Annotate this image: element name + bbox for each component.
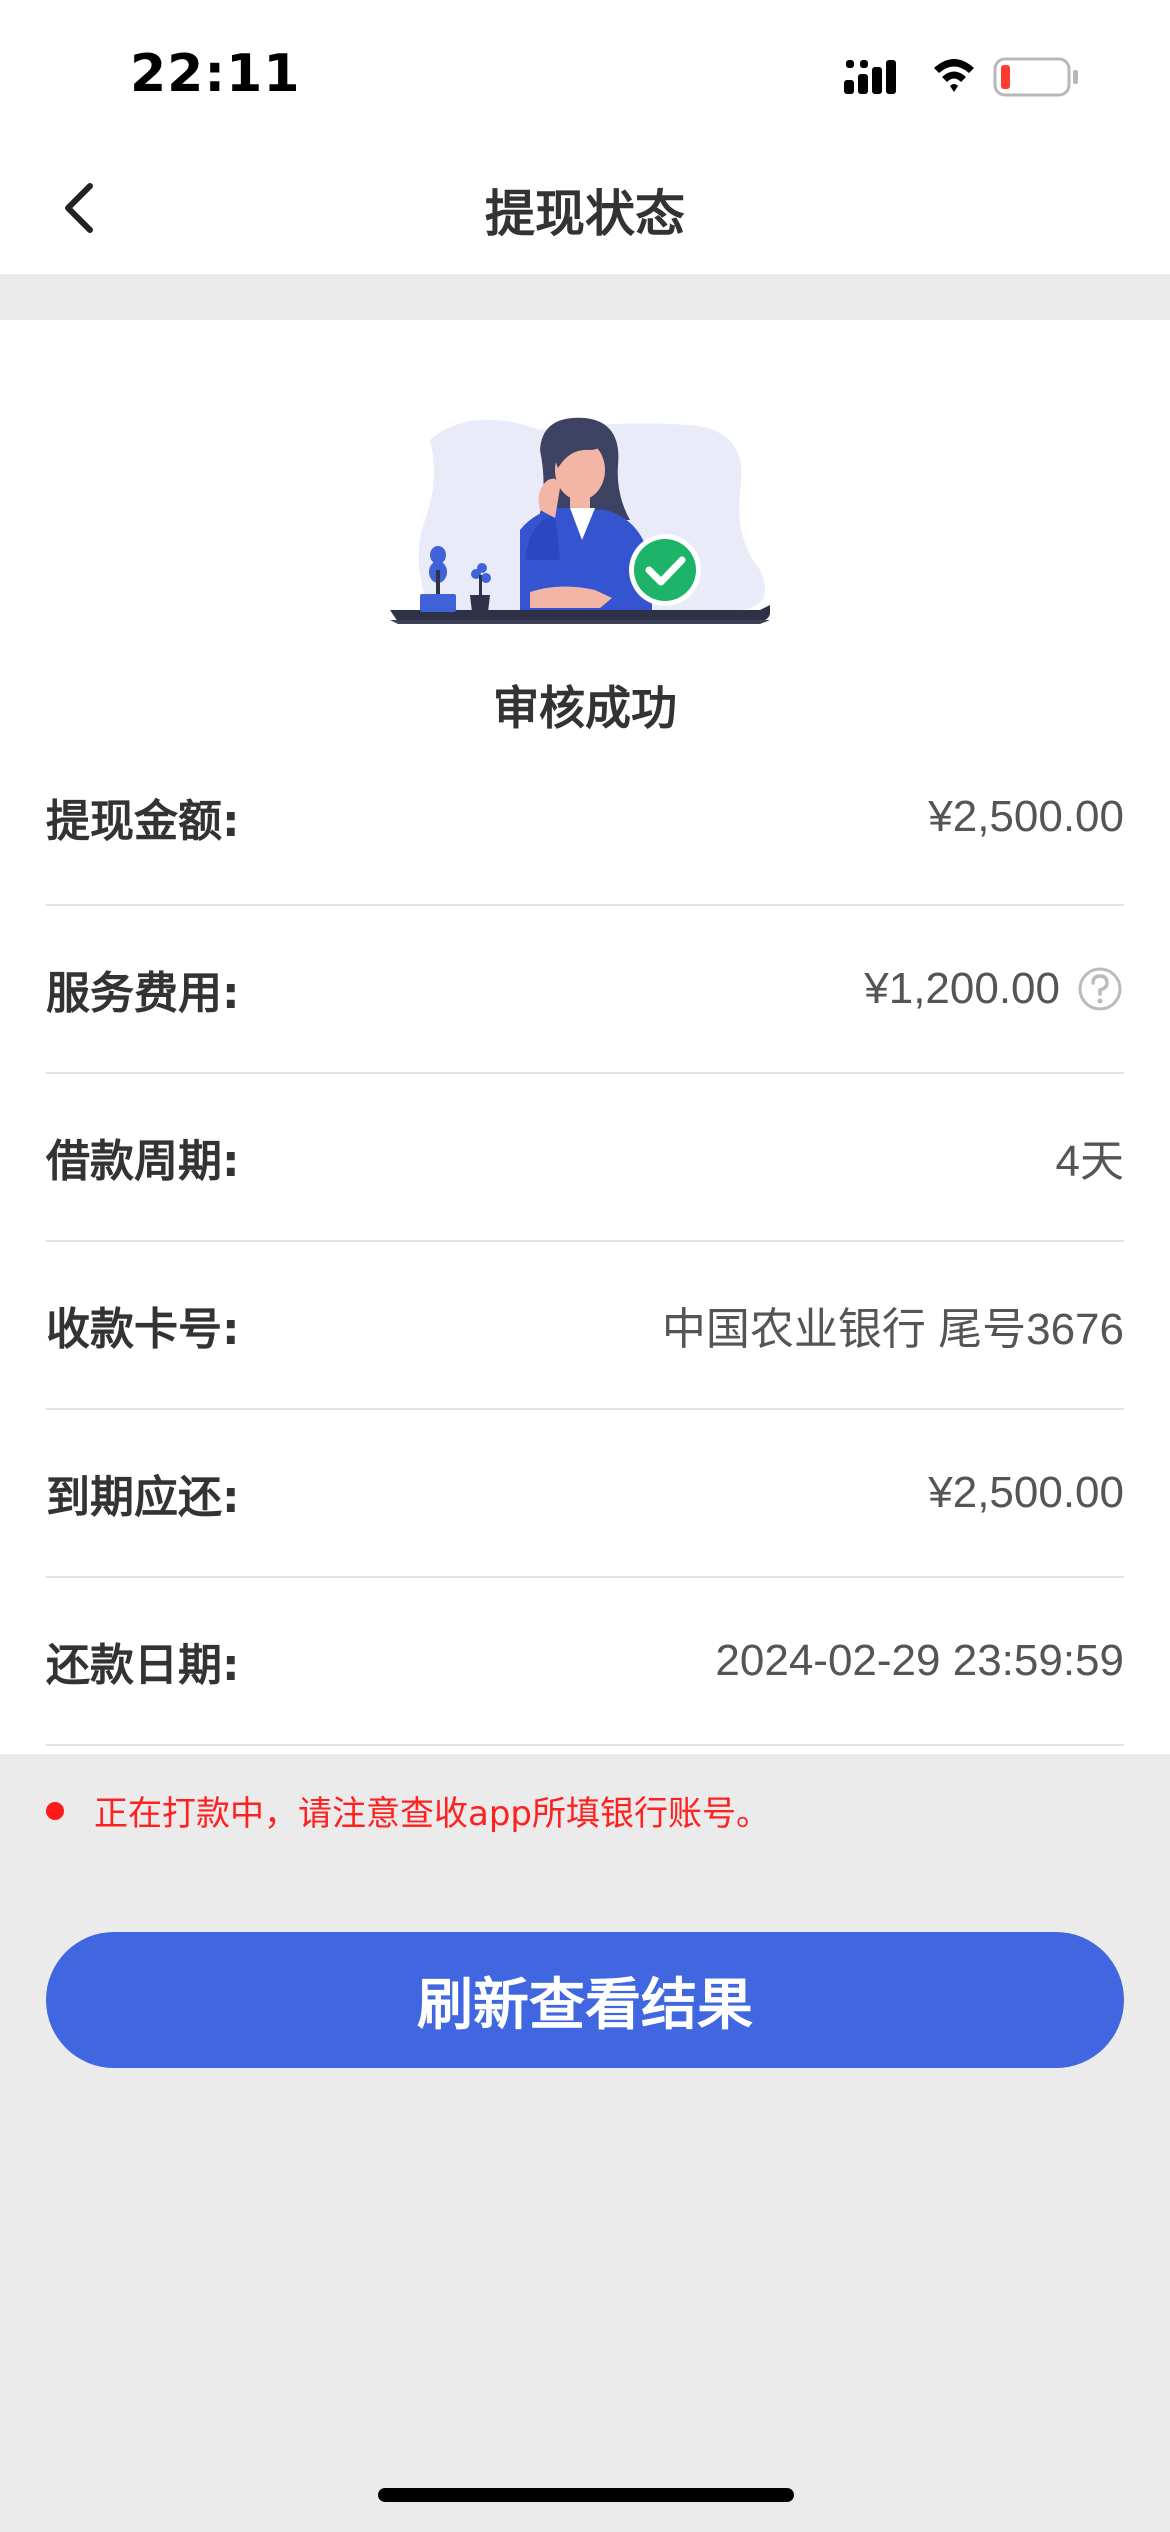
detail-row-amount-due: 到期应还: ¥2,500.00 [46, 1410, 1124, 1578]
signal-icon [844, 60, 896, 94]
detail-row-loan-period: 借款周期: 4天 [46, 1074, 1124, 1242]
detail-value: 4天 [1055, 1137, 1124, 1186]
detail-row-repayment-date: 还款日期: 2024-02-29 23:59:59 [46, 1578, 1124, 1746]
detail-row-service-fee: 服务费用: ¥1,200.00 [46, 906, 1124, 1074]
status-bar: 22:11 [0, 0, 1170, 140]
question-mark-icon[interactable] [1076, 965, 1124, 1013]
refresh-result-button[interactable]: 刷新查看结果 [46, 1932, 1124, 2068]
detail-value-wrapper: ¥1,200.00 [864, 964, 1124, 1014]
notice-text: 正在打款中，请注意查收app所填银行账号。 [94, 1794, 770, 1834]
detail-label: 借款周期: [46, 1136, 240, 1187]
battery-icon [993, 57, 1078, 97]
detail-label: 收款卡号: [46, 1304, 240, 1355]
detail-label: 提现金额: [46, 796, 240, 847]
detail-label: 到期应还: [46, 1472, 240, 1523]
payment-notice: 正在打款中，请注意查收app所填银行账号。 [46, 1786, 770, 1835]
detail-value: 2024-02-29 23:59:59 [715, 1636, 1124, 1685]
details-list: 提现金额: ¥2,500.00 服务费用: ¥1,200.00 借款周期: 4天… [46, 730, 1124, 1746]
review-status-label: 审核成功 [493, 681, 677, 735]
woman-at-desk-success-illustration [390, 417, 770, 624]
nav-bar: 提现状态 [0, 140, 1170, 274]
detail-value: ¥2,500.00 [928, 1468, 1124, 1517]
detail-value: ¥1,200.00 [864, 964, 1060, 1013]
wifi-icon [934, 59, 974, 92]
status-icons [844, 57, 1078, 97]
notice-dot-icon [46, 1801, 64, 1820]
detail-row-receiving-card: 收款卡号: 中国农业银行 尾号3676 [46, 1242, 1124, 1410]
detail-row-withdraw-amount: 提现金额: ¥2,500.00 [46, 730, 1124, 906]
detail-label: 还款日期: [46, 1640, 240, 1691]
page-title: 提现状态 [485, 185, 685, 243]
section-divider [0, 274, 1170, 320]
withdraw-status-card: 审核成功 提现金额: ¥2,500.00 服务费用: ¥1,200.00 借款周… [0, 320, 1170, 1754]
home-indicator[interactable] [378, 2488, 794, 2502]
detail-label: 服务费用: [46, 968, 240, 1019]
detail-value: ¥2,500.00 [928, 792, 1124, 841]
status-time: 22:11 [130, 44, 301, 104]
detail-value: 中国农业银行 尾号3676 [661, 1305, 1124, 1354]
